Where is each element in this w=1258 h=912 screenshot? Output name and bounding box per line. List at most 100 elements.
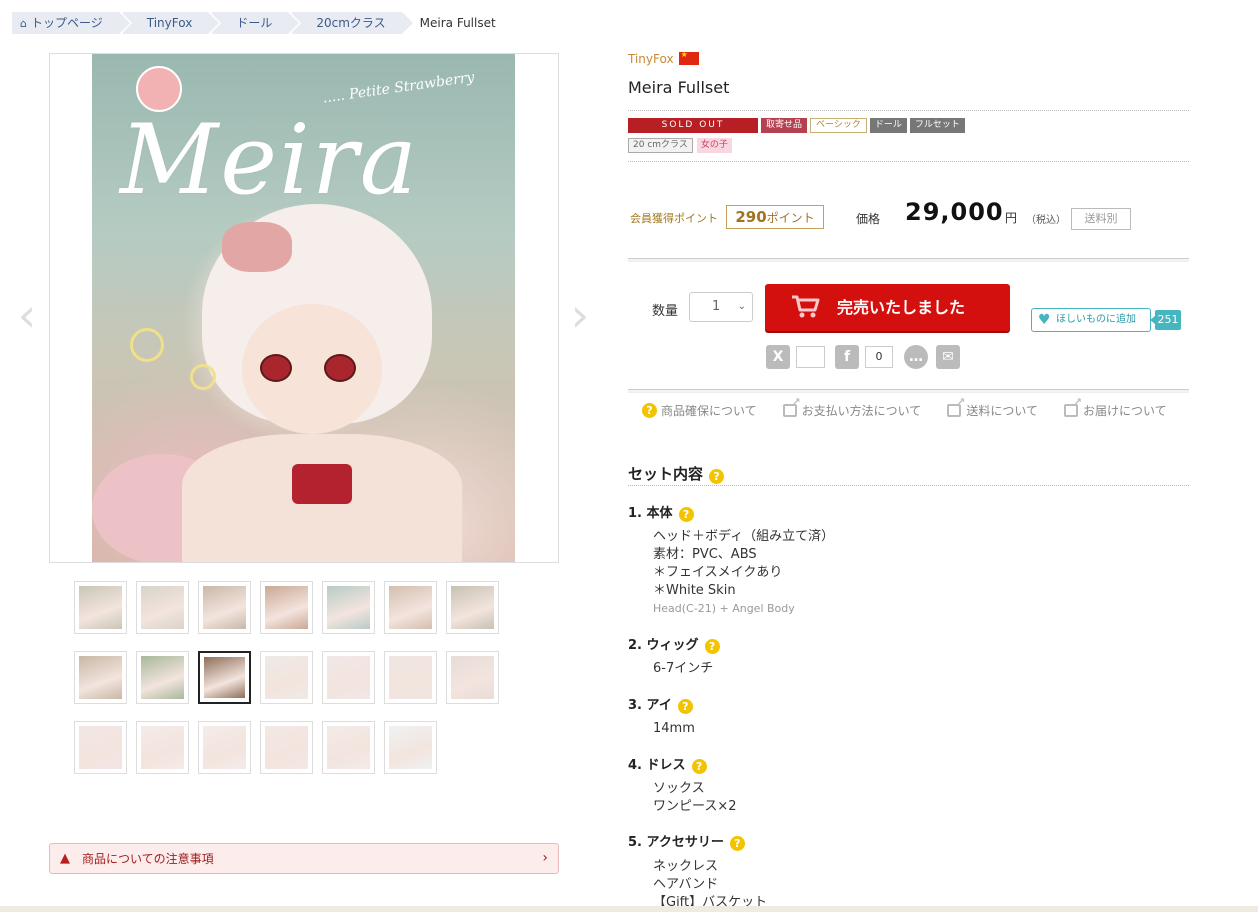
sub-tags: 20 cmクラス 女の子 — [628, 138, 732, 153]
thumbnail[interactable] — [322, 581, 375, 634]
help-icon[interactable]: ? — [729, 836, 745, 851]
thumbnail-image — [389, 726, 432, 769]
section-eye: 3. アイ? — [628, 694, 693, 714]
help-icon[interactable]: ? — [691, 759, 707, 774]
breadcrumb-category[interactable]: ドール — [212, 12, 302, 34]
product-title: Meira Fullset — [628, 78, 730, 97]
thumbnail-image — [141, 656, 184, 699]
main-product-image[interactable]: Meira ..... Petite Strawberry — [49, 53, 559, 563]
thumbnail-image — [79, 726, 122, 769]
divider — [628, 258, 1189, 262]
thumbnail[interactable] — [446, 651, 499, 704]
section-dress: 4. ドレス? — [628, 754, 707, 774]
thumbnail-image — [451, 586, 494, 629]
yen-unit: 円 — [1005, 211, 1018, 225]
quantity-select[interactable]: 1 ⌄ — [689, 292, 753, 322]
thumbnail-image — [451, 656, 494, 699]
notice-bar[interactable]: ▲ 商品についての注意事項 › — [49, 843, 559, 874]
thumbnail-image — [79, 656, 122, 699]
thumbnail[interactable] — [136, 721, 189, 774]
breadcrumb-size-class[interactable]: 20cmクラス — [292, 12, 416, 34]
doll-badge: ドール — [869, 118, 907, 133]
thumbnail[interactable] — [446, 581, 499, 634]
thumbnail[interactable] — [260, 581, 313, 634]
external-link-icon — [947, 397, 965, 417]
help-icon[interactable]: ? — [677, 699, 693, 714]
thumbnail[interactable] — [260, 651, 313, 704]
section-wig-details: 6-7インチ — [653, 661, 714, 676]
order-badge: 取寄せ品 — [761, 118, 808, 133]
section-wig: 2. ウィッグ? — [628, 634, 720, 654]
add-to-wishlist-button[interactable]: ♥ ほしいものに追加 — [1031, 308, 1151, 332]
tax-note: （税込） — [1026, 215, 1066, 226]
divider — [628, 485, 1189, 486]
thumbnail[interactable] — [384, 581, 437, 634]
thumbnail[interactable] — [384, 721, 437, 774]
photo-detail — [222, 222, 292, 272]
photo-logo-sub: ..... Petite Strawberry — [321, 69, 476, 107]
chevron-right-icon: › — [542, 850, 548, 866]
divider — [628, 161, 1189, 162]
thumbnail[interactable] — [384, 651, 437, 704]
thumbnail-image — [327, 656, 370, 699]
next-image-arrow-icon[interactable]: › — [565, 290, 595, 340]
facebook-count: 0 — [865, 346, 893, 368]
thumbnail-image — [389, 656, 432, 699]
size-class-badge: 20 cmクラス — [628, 138, 693, 153]
brand-link[interactable]: TinyFox — [628, 50, 699, 66]
thumbnail-image — [327, 586, 370, 629]
external-link-icon — [782, 397, 801, 417]
basic-badge: ベーシック — [810, 118, 867, 133]
thumbnail-image — [327, 726, 370, 769]
thumbnail[interactable] — [136, 651, 189, 704]
section-accessory: 5. アクセサリー? — [628, 831, 745, 851]
thumbnail[interactable] — [136, 581, 189, 634]
photo-logo: Meira — [120, 104, 419, 216]
chevron-down-icon: ⌄ — [737, 301, 746, 312]
thumbnail-image — [265, 726, 308, 769]
thumbnail[interactable] — [74, 721, 127, 774]
divider — [628, 389, 1189, 393]
help-icon[interactable]: ? — [709, 469, 725, 484]
link-delivery[interactable]: お届けについて — [1063, 397, 1167, 419]
info-links: ?商品確保について お支払い方法について 送料について お届けについて — [642, 397, 1193, 419]
thumbnail[interactable] — [198, 651, 251, 704]
breadcrumb: ⌂ トップページ TinyFox ドール 20cmクラス Meira Fullse… — [12, 12, 496, 34]
price-label: 価格 — [856, 212, 881, 226]
thumbnail[interactable] — [198, 721, 251, 774]
home-icon: ⌂ — [20, 17, 27, 30]
thumbnail[interactable] — [260, 721, 313, 774]
section-body: 1. 本体? — [628, 502, 694, 522]
thumbnail[interactable] — [322, 721, 375, 774]
wishlist-count: 251 — [1150, 310, 1181, 330]
help-icon[interactable]: ? — [704, 639, 720, 654]
external-link-icon — [1063, 397, 1082, 417]
status-tags: SOLD OUT 取寄せ品 ベーシック ドール フルセット — [628, 118, 965, 133]
price-value: 29,000 — [905, 198, 1004, 226]
thumbnail-image — [265, 586, 308, 629]
thumbnail[interactable] — [198, 581, 251, 634]
breadcrumb-brand[interactable]: TinyFox — [122, 12, 221, 34]
doll-photo: Meira ..... Petite Strawberry — [92, 54, 515, 562]
thumbnail[interactable] — [322, 651, 375, 704]
thumbnail[interactable] — [74, 651, 127, 704]
prev-image-arrow-icon[interactable]: ‹ — [12, 290, 42, 340]
heart-icon: ♥ — [1038, 312, 1051, 328]
help-icon[interactable]: ? — [678, 507, 694, 522]
points-value-box: 290ポイント — [726, 205, 824, 229]
help-icon: ? — [642, 403, 657, 418]
thumbnail-image — [203, 586, 246, 629]
quantity-label: 数量 — [652, 304, 679, 319]
thumbnail-image — [141, 586, 184, 629]
breadcrumb-home[interactable]: ⌂ トップページ — [12, 12, 132, 34]
sold-out-cart-button[interactable]: 完売いたしました — [765, 284, 1010, 331]
link-stock-info[interactable]: ? 商品確保について — [642, 402, 757, 419]
thumbnail[interactable] — [74, 581, 127, 634]
girl-badge: 女の子 — [696, 138, 732, 153]
facebook-icon: f — [835, 345, 859, 369]
link-shipping[interactable]: 送料について — [947, 397, 1038, 419]
photo-detail — [260, 354, 292, 382]
product-page: ⌂ トップページ TinyFox ドール 20cmクラス Meira Fullse… — [0, 0, 1258, 912]
link-payment[interactable]: お支払い方法について — [782, 397, 921, 419]
flower-illustration — [130, 328, 164, 362]
